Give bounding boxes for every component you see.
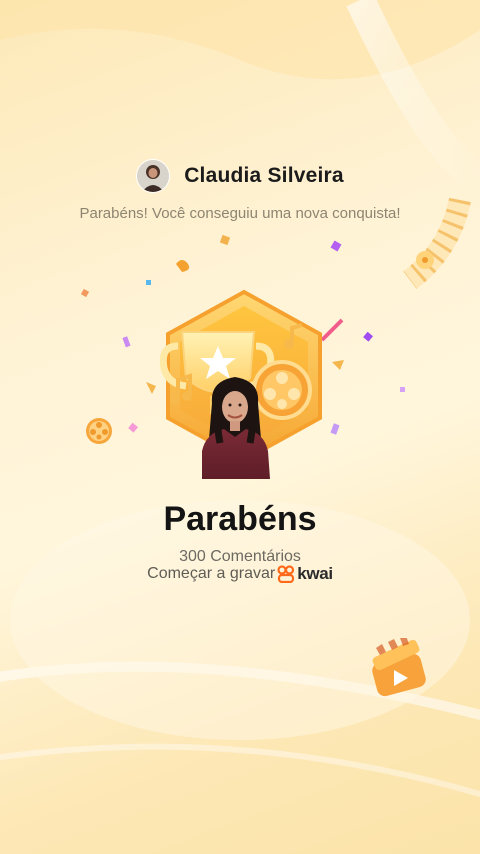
film-reel-icon (86, 418, 112, 444)
cta-text[interactable]: Começar a gravar (147, 565, 275, 583)
film-strip-decoration (403, 197, 471, 289)
start-recording-cta[interactable]: Começar a gravar kwai (0, 564, 480, 584)
congrats-title: Parabéns (163, 500, 317, 538)
user-photo (202, 377, 270, 479)
kwai-brand-text: kwai (297, 564, 333, 583)
kwai-logo: kwai (277, 564, 333, 584)
clapperboard-icon (372, 638, 426, 697)
kwai-logo-icon (277, 565, 295, 583)
